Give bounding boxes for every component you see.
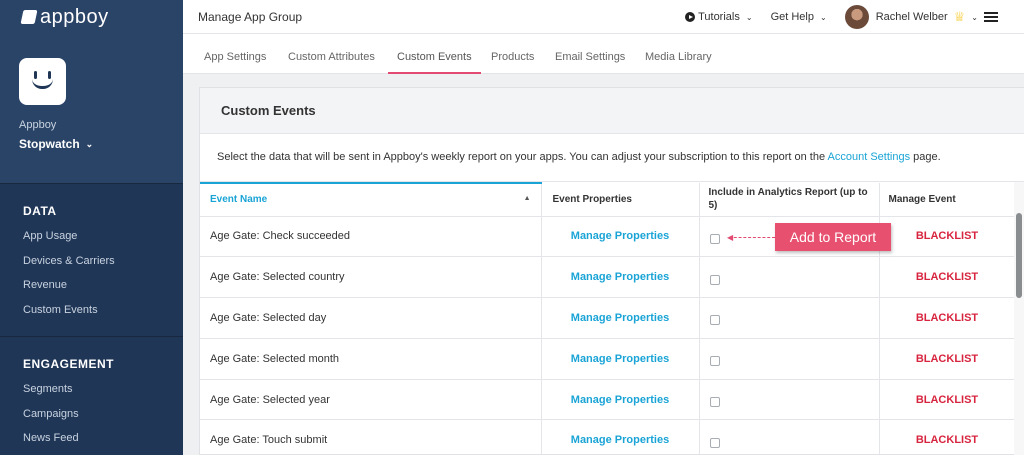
- help-label: Get Help: [770, 11, 814, 23]
- include-report-checkbox[interactable]: [709, 274, 720, 285]
- header-actions: Tutorials ⌄ Get Help ⌄ Rachel Welber ♕ ⌄: [685, 0, 1024, 34]
- table-row: Age Gate: Touch submit Manage Properties…: [200, 419, 1016, 455]
- include-report-checkbox[interactable]: [709, 356, 720, 367]
- include-report-checkbox[interactable]: [709, 233, 720, 244]
- chevron-down-icon: ⌄: [85, 138, 94, 149]
- desc-text-end: page.: [910, 151, 941, 163]
- sidebar-item-custom-events[interactable]: Custom Events: [23, 304, 183, 329]
- blacklist-button[interactable]: BLACKLIST: [916, 312, 978, 324]
- sidebar-item-devices-carriers[interactable]: Devices & Carriers: [23, 255, 183, 280]
- manage-properties-link[interactable]: Manage Properties: [571, 434, 669, 446]
- tab-media-library[interactable]: Media Library: [645, 34, 712, 74]
- sidebar: appboy Appboy Stopwatch ⌄ DATA App Usage…: [0, 0, 183, 455]
- engagement-section: ENGAGEMENT Segments Campaigns News Feed: [0, 357, 183, 455]
- section-title-engagement: ENGAGEMENT: [23, 357, 115, 371]
- callout-line: [729, 237, 775, 238]
- card-title: Custom Events: [200, 88, 1024, 134]
- top-header: Manage App Group Tutorials ⌄ Get Help ⌄ …: [183, 0, 1024, 34]
- sidebar-item-news-feed[interactable]: News Feed: [23, 432, 183, 455]
- include-report-checkbox[interactable]: [709, 437, 720, 448]
- tab-email-settings[interactable]: Email Settings: [555, 34, 625, 74]
- table-row: Age Gate: Selected country Manage Proper…: [200, 256, 1016, 299]
- tab-custom-events[interactable]: Custom Events: [388, 34, 481, 74]
- blacklist-button[interactable]: BLACKLIST: [916, 230, 978, 242]
- logo-icon: [20, 10, 38, 24]
- include-report-checkbox[interactable]: [709, 315, 720, 326]
- app-smiley-icon: [19, 58, 66, 105]
- app-name-dropdown[interactable]: Stopwatch ⌄: [19, 137, 183, 151]
- event-name: Age Gate: Selected country: [200, 256, 542, 299]
- column-header-label: Event Name: [210, 194, 268, 206]
- manage-properties-link[interactable]: Manage Properties: [571, 394, 669, 406]
- app-name-label: Stopwatch: [19, 137, 80, 151]
- event-name: Age Gate: Check succeeded: [200, 216, 542, 258]
- table-header-row: Event Name ▲ Event Properties Include in…: [200, 182, 1016, 217]
- scrollbar-thumb[interactable]: [1016, 213, 1022, 298]
- manage-properties-link[interactable]: Manage Properties: [571, 312, 669, 324]
- desc-text: Select the data that will be sent in App…: [217, 151, 828, 163]
- column-header-manage-event: Manage Event: [879, 183, 1016, 217]
- settings-tabs: App Settings Custom Attributes Custom Ev…: [183, 34, 1024, 74]
- user-name: Rachel Welber: [875, 11, 948, 23]
- divider: [0, 336, 183, 337]
- tab-app-settings[interactable]: App Settings: [204, 34, 266, 74]
- column-header-event-properties: Event Properties: [541, 183, 700, 217]
- tab-custom-attributes[interactable]: Custom Attributes: [288, 34, 375, 74]
- table-row: Age Gate: Selected day Manage Properties…: [200, 297, 1016, 339]
- sort-up-icon: ▲: [523, 195, 531, 202]
- avatar: [844, 5, 869, 29]
- section-title-data: DATA: [23, 204, 57, 218]
- user-menu[interactable]: Rachel Welber ♕ ⌄: [844, 5, 978, 29]
- event-name: Age Gate: Touch submit: [200, 419, 542, 455]
- sidebar-item-campaigns[interactable]: Campaigns: [23, 408, 183, 433]
- logo[interactable]: appboy: [0, 0, 183, 34]
- table-row: Age Gate: Check succeeded Manage Propert…: [200, 216, 1016, 258]
- app-switcher[interactable]: Appboy Stopwatch ⌄: [0, 34, 183, 184]
- tab-products[interactable]: Products: [491, 34, 534, 74]
- chevron-down-icon: ⌄: [971, 12, 978, 22]
- manage-properties-link[interactable]: Manage Properties: [571, 230, 669, 242]
- sidebar-item-app-usage[interactable]: App Usage: [23, 230, 183, 255]
- page-title: Manage App Group: [198, 9, 303, 24]
- event-name: Age Gate: Selected day: [200, 297, 542, 339]
- manage-properties-link[interactable]: Manage Properties: [571, 271, 669, 283]
- blacklist-button[interactable]: BLACKLIST: [916, 434, 978, 446]
- sidebar-item-revenue[interactable]: Revenue: [23, 279, 183, 304]
- tutorials-menu[interactable]: Tutorials ⌄: [685, 11, 753, 23]
- callout-arrow-icon: ◀: [727, 233, 734, 242]
- column-header-include-report: Include in Analytics Report (up to 5): [699, 183, 880, 217]
- custom-events-card: Custom Events Select the data that will …: [199, 87, 1024, 455]
- chevron-down-icon: ⌄: [745, 12, 753, 22]
- account-settings-link[interactable]: Account Settings: [828, 151, 911, 163]
- crown-icon: ♕: [953, 9, 966, 24]
- logo-text: appboy: [40, 5, 109, 28]
- column-header-event-name[interactable]: Event Name ▲: [200, 182, 542, 217]
- card-description: Select the data that will be sent in App…: [200, 134, 1024, 182]
- table-row: Age Gate: Selected year Manage Propertie…: [200, 379, 1016, 421]
- data-section: DATA App Usage Devices & Carriers Revenu…: [0, 204, 183, 337]
- include-report-checkbox[interactable]: [709, 397, 720, 408]
- event-name: Age Gate: Selected year: [200, 379, 542, 421]
- add-to-report-callout: Add to Report: [775, 223, 891, 251]
- tutorials-label: Tutorials: [698, 11, 740, 23]
- table-row: Age Gate: Selected month Manage Properti…: [200, 338, 1016, 380]
- manage-properties-link[interactable]: Manage Properties: [571, 353, 669, 365]
- blacklist-button[interactable]: BLACKLIST: [916, 271, 978, 283]
- chevron-down-icon: ⌄: [819, 12, 827, 22]
- blacklist-button[interactable]: BLACKLIST: [916, 394, 978, 406]
- company-name: Appboy: [19, 119, 57, 131]
- events-table: Event Name ▲ Event Properties Include in…: [200, 182, 1016, 455]
- play-icon: [685, 12, 696, 22]
- event-name: Age Gate: Selected month: [200, 338, 542, 380]
- blacklist-button[interactable]: BLACKLIST: [916, 353, 978, 365]
- help-menu[interactable]: Get Help ⌄: [771, 11, 827, 23]
- sidebar-item-segments[interactable]: Segments: [23, 383, 183, 408]
- hamburger-icon[interactable]: [984, 10, 998, 24]
